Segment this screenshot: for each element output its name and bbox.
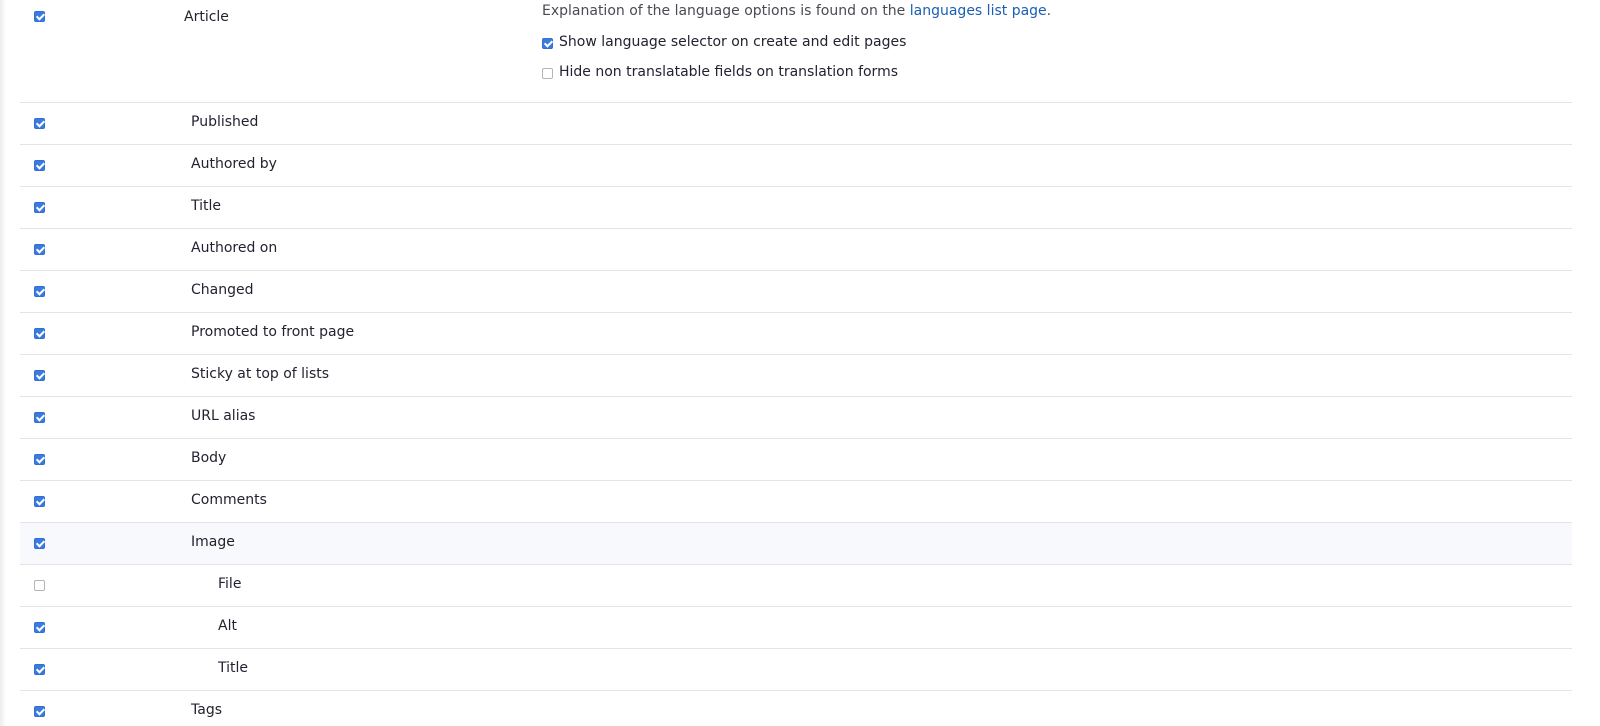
field-translatable-checkbox[interactable] — [34, 286, 45, 297]
field-row: Changed — [20, 271, 1572, 313]
languages-list-page-link[interactable]: languages list page — [910, 3, 1047, 19]
field-translatable-checkbox[interactable] — [34, 496, 45, 507]
field-translatable-checkbox[interactable] — [34, 706, 45, 717]
explanation-end: . — [1046, 3, 1052, 19]
field-label: URL alias — [191, 408, 256, 424]
content-language-settings: Article Explanation of the language opti… — [0, 0, 1600, 726]
field-label: Title — [218, 660, 249, 676]
field-translatable-checkbox[interactable] — [34, 328, 45, 339]
field-translatable-checkbox[interactable] — [34, 454, 45, 465]
field-label: Sticky at top of lists — [191, 366, 330, 382]
field-translatable-checkbox[interactable] — [34, 580, 45, 591]
field-label: Promoted to front page — [191, 324, 355, 340]
article-translatable-checkbox[interactable] — [34, 11, 45, 22]
field-row: File — [20, 565, 1572, 607]
field-row: Alt — [20, 607, 1572, 649]
field-row: Comments — [20, 481, 1572, 523]
field-label: Published — [191, 114, 259, 130]
field-label: File — [218, 576, 242, 592]
field-label: Alt — [218, 618, 237, 634]
field-label: Title — [191, 198, 222, 214]
field-label: Authored by — [191, 156, 277, 172]
field-label: Authored on — [191, 240, 278, 256]
field-row: Body — [20, 439, 1572, 481]
bundle-label: Article — [184, 9, 229, 25]
field-row: Title — [20, 649, 1572, 691]
field-translatable-checkbox[interactable] — [34, 202, 45, 213]
field-translatable-checkbox[interactable] — [34, 160, 45, 171]
language-options-explanation: Explanation of the language options is f… — [542, 3, 1051, 19]
field-label: Image — [191, 534, 235, 550]
show-language-selector-label: Show language selector on create and edi… — [559, 34, 907, 50]
field-row: Tags — [20, 691, 1572, 726]
show-language-selector-checkbox[interactable] — [542, 38, 553, 49]
field-translatable-checkbox[interactable] — [34, 412, 45, 423]
field-row: Published — [20, 103, 1572, 145]
field-row: Authored by — [20, 145, 1572, 187]
field-label: Body — [191, 450, 227, 466]
field-row: URL alias — [20, 397, 1572, 439]
hide-non-translatable-checkbox[interactable] — [542, 68, 553, 79]
field-translatable-checkbox[interactable] — [34, 538, 45, 549]
field-row: Image — [20, 523, 1572, 565]
field-row: Promoted to front page — [20, 313, 1572, 355]
hide-non-translatable-label: Hide non translatable fields on translat… — [559, 64, 899, 80]
field-label: Comments — [191, 492, 267, 508]
field-row: Title — [20, 187, 1572, 229]
field-translatable-checkbox[interactable] — [34, 664, 45, 675]
left-edge-shadow — [0, 0, 6, 726]
bundle-row-article: Article Explanation of the language opti… — [20, 0, 1572, 103]
explanation-text: Explanation of the language options is f… — [542, 3, 910, 19]
field-row: Authored on — [20, 229, 1572, 271]
field-translatable-checkbox[interactable] — [34, 622, 45, 633]
field-label: Tags — [191, 702, 222, 718]
field-row: Sticky at top of lists — [20, 355, 1572, 397]
field-label: Changed — [191, 282, 254, 298]
field-translatable-checkbox[interactable] — [34, 370, 45, 381]
field-translatable-checkbox[interactable] — [34, 244, 45, 255]
field-translatable-checkbox[interactable] — [34, 118, 45, 129]
